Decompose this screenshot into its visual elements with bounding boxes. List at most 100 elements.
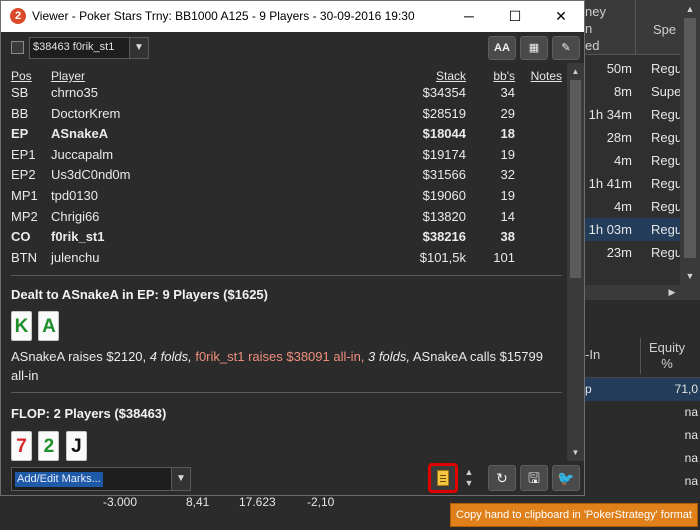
hand-history-content: Pos Player Stack bb's Notes SB chrno35 $34… [1,63,567,461]
player-row[interactable]: BB DoctorKrem $28519 29 [11,104,563,124]
section-divider [11,275,562,276]
session-row[interactable]: 8m SuperT [585,80,694,103]
spin-down-icon[interactable]: ▼ [460,478,478,489]
player-row[interactable]: SB chrno35 $34354 34 [11,83,563,103]
minimize-button[interactable]: ─ [446,1,492,32]
background-horizontal-scrollbar[interactable]: ▶ [585,285,700,300]
background-header-speed[interactable]: Spe [653,22,676,37]
player-row[interactable]: MP1 tpd0130 $19060 19 [11,186,563,206]
scroll-right-arrow-icon[interactable]: ▶ [664,285,680,300]
session-row[interactable]: 28m Regula [585,126,693,149]
equity-value: na [684,405,698,419]
equity-value: na [684,451,698,465]
session-row[interactable]: 1h 03m Regula [585,218,692,241]
player-name: Chrigi66 [51,208,100,224]
content-vertical-scrollbar[interactable]: ▲ ▼ [567,63,584,461]
equity-row[interactable]: na [585,401,700,424]
player-name: f0rik_st1 [51,229,105,245]
clipboard-icon [437,470,449,486]
scroll-thumb[interactable] [684,18,696,258]
title-bar[interactable]: 2 Viewer - Poker Stars Trny: BB1000 A125… [1,1,584,32]
player-row[interactable]: MP2 Chrigi66 $13820 14 [11,207,563,227]
session-duration: 1h 03m [588,222,632,237]
player-stack: $18044 [422,126,466,142]
scroll-down-arrow-icon[interactable]: ▼ [680,267,700,285]
player-stack: $19060 [422,188,466,203]
equity-value: na [684,474,698,488]
marks-input[interactable]: Add/Edit Marks... [15,472,103,487]
column-header-player[interactable]: Player [51,69,85,83]
copy-to-clipboard-button[interactable] [428,463,458,493]
chevron-down-icon[interactable]: ▼ [129,38,148,58]
player-row[interactable]: EP1 Juccapalm $19174 19 [11,145,563,165]
player-stack: $13820 [422,208,466,224]
equity-row[interactable]: na [585,470,700,493]
scroll-down-arrow-icon[interactable]: ▼ [567,444,584,461]
player-position: EP [11,126,29,142]
hand-selector-value: $38463 f0rik_st1 [33,41,115,53]
section-divider [11,392,562,393]
session-row[interactable]: 23m Regula [585,241,693,264]
player-stack: $28519 [422,105,466,121]
equity-row[interactable]: na [585,424,700,447]
flop-title: FLOP: 2 Players ($38463) [11,406,167,421]
session-row[interactable]: 50m Regula [585,57,693,80]
player-position: EP2 [11,167,36,183]
font-size-button[interactable]: AA [488,36,516,60]
save-button[interactable]: 🖫 [520,465,548,491]
column-header-notes[interactable]: Notes [531,69,562,83]
edit-button[interactable]: ✎ [552,36,580,60]
equity-row[interactable]: p 71,0 [585,378,700,401]
summary-value: 17.623 [239,495,276,509]
player-row[interactable]: EP ASnakeA $18044 18 [11,124,563,144]
playing-card: A [38,311,60,341]
marks-combo[interactable]: Add/Edit Marks... ▼ [11,467,191,491]
format-spinner[interactable]: ▲ ▼ [460,467,478,491]
action-segment: 4 folds, [149,349,192,364]
player-row[interactable]: BTN julenchu $101,5k 101 [11,248,563,268]
scroll-up-arrow-icon[interactable]: ▲ [680,0,700,18]
select-checkbox[interactable] [11,41,24,54]
background-session-table: ney n ed Spe 50m Regula 8m SuperT 1h 34m Regu… [585,0,700,300]
session-duration: 1h 41m [588,176,632,191]
hand-selector-dropdown[interactable]: $38463 f0rik_st1 ▼ [29,37,149,59]
player-row[interactable]: EP2 Us3dC0nd0m $31566 32 [11,165,563,185]
header-divider [635,0,636,55]
session-duration: 23m [606,245,632,260]
twitter-button[interactable]: 🐦 [552,465,580,491]
session-row[interactable]: 4m Regula [585,149,692,172]
player-row[interactable]: CO f0rik_st1 $38216 38 [11,227,563,247]
scroll-thumb[interactable] [570,80,581,278]
player-name: ASnakeA [51,126,109,142]
player-bbs: 32 [500,167,515,183]
column-header-bbs[interactable]: bb's [493,69,515,83]
scroll-up-arrow-icon[interactable]: ▲ [567,63,584,80]
close-button[interactable]: ✕ [538,1,584,32]
background-header-money[interactable]: ney n ed [585,3,633,54]
maximize-button[interactable]: ☐ [492,1,538,32]
hole-cards: K A [11,311,61,341]
background-vertical-scrollbar[interactable]: ▲ ▼ [680,0,700,285]
session-row[interactable]: 1h 41m Regula [585,172,693,195]
grid-button[interactable]: ▦ [520,36,548,60]
viewer-toolbar: $38463 f0rik_st1 ▼ AA ▦ ✎ [1,32,584,63]
session-row[interactable]: 4m Regula [585,195,692,218]
window-title: Viewer - Poker Stars Trny: BB1000 A125 -… [32,9,415,23]
session-duration: 1h 34m [588,107,632,122]
equity-row[interactable]: na [585,447,700,470]
spin-up-icon[interactable]: ▲ [460,467,478,478]
hand-viewer-window: 2 Viewer - Poker Stars Trny: BB1000 A125… [0,0,585,496]
header-equity[interactable]: Equity % [649,340,685,372]
refresh-button[interactable]: ↻ [488,465,516,491]
viewer-bottom-bar: Add/Edit Marks... ▼ ▲ ▼ ↻ 🖫 🐦 [1,461,584,495]
chevron-down-icon[interactable]: ▼ [171,468,190,490]
session-row[interactable]: 1h 34m Regula [585,103,693,126]
session-duration: 4m [613,153,632,168]
player-stack: $101,5k [419,249,466,265]
column-header-pos[interactable]: Pos [11,69,32,83]
player-name: Juccapalm [51,146,114,162]
column-header-stack[interactable]: Stack [436,69,466,83]
action-segment-hero: f0rik_st1 raises $38091 all-in, [195,349,365,364]
header-all-in[interactable]: -In [585,347,600,362]
playing-card: 2 [38,431,60,461]
